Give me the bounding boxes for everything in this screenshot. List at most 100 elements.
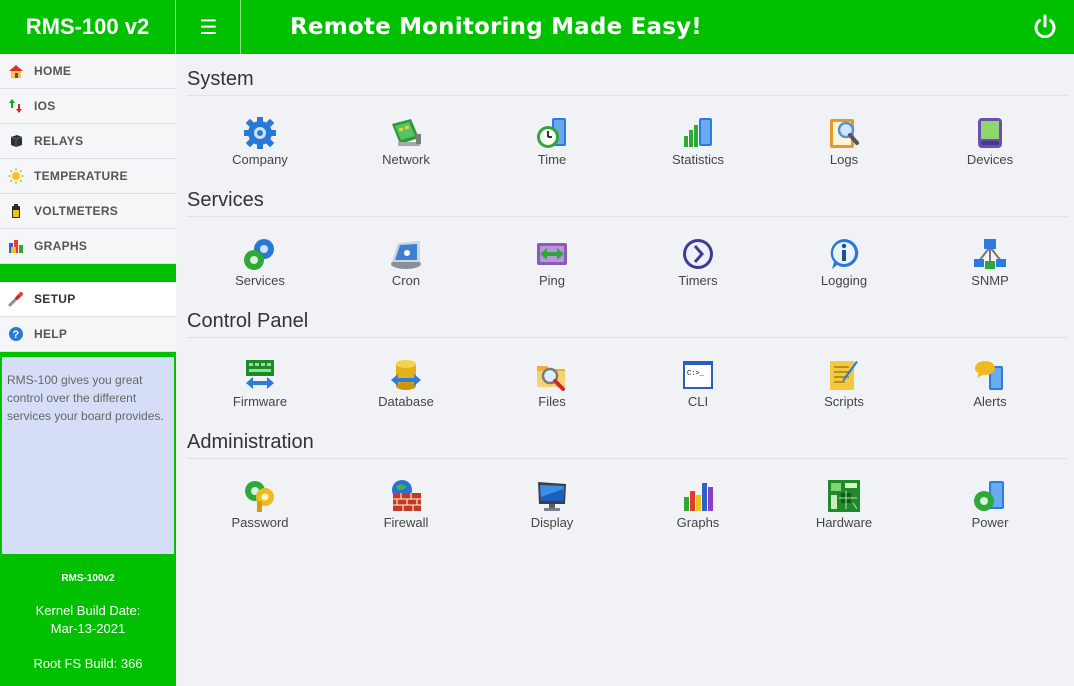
info-icon xyxy=(830,238,859,269)
section-title: System xyxy=(187,56,1067,96)
tile-timers[interactable]: Timers xyxy=(625,237,771,288)
tile-alerts[interactable]: Alerts xyxy=(917,358,1063,409)
sidebar-item-relays[interactable]: RELAYS xyxy=(0,124,176,159)
sidebar-footer: RMS-100v2 Kernel Build Date: Mar-13-2021… xyxy=(0,564,176,671)
key-icon xyxy=(245,481,274,512)
tile-label: Logging xyxy=(820,273,868,288)
sidebar-item-ios[interactable]: IOS xyxy=(0,89,176,124)
timer-icon xyxy=(683,239,713,269)
network-card-icon xyxy=(392,119,421,146)
svg-text:?: ? xyxy=(12,329,19,341)
tile-label: Files xyxy=(538,394,566,409)
tile-label: Time xyxy=(537,152,567,167)
sidebar-item-voltmeters[interactable]: VOLTMETERS xyxy=(0,194,176,229)
brand-title[interactable]: RMS-100 v2 xyxy=(0,0,176,54)
clock-icon xyxy=(537,118,566,148)
tile-password[interactable]: Password xyxy=(187,479,333,530)
tile-logging[interactable]: Logging xyxy=(771,237,917,288)
tile-label: Network xyxy=(382,152,430,167)
help-icon: ? xyxy=(9,327,23,341)
services-gear-icon xyxy=(244,239,274,270)
section-title: Control Panel xyxy=(187,298,1067,338)
sidebar-item-home[interactable]: HOME xyxy=(0,54,176,89)
script-icon xyxy=(830,361,858,390)
tile-label: Statistics xyxy=(671,152,724,167)
logs-icon xyxy=(830,119,859,148)
power-button[interactable] xyxy=(1030,12,1060,42)
tile-graphs[interactable]: Graphs xyxy=(625,479,771,530)
section-title: Administration xyxy=(187,419,1067,459)
sidebar-nav: HOME IOS RELAYS TEMPERATURE VOLTMETERS G… xyxy=(0,54,176,264)
sidebar-item-label: HELP xyxy=(34,327,68,341)
tile-label: Firmware xyxy=(232,394,288,409)
tile-scripts[interactable]: Scripts xyxy=(771,358,917,409)
database-icon xyxy=(391,360,421,390)
tile-label: Graphs xyxy=(676,515,720,530)
alert-icon xyxy=(975,361,1003,390)
tile-hardware[interactable]: Hardware xyxy=(771,479,917,530)
sidebar-info-text: RMS-100 gives you great control over the… xyxy=(7,373,164,423)
monitor-icon xyxy=(538,482,566,511)
sidebar-item-label: TEMPERATURE xyxy=(34,169,128,183)
tile-network[interactable]: Network xyxy=(333,116,479,167)
tile-grid: Services Cron Ping Timers Logging SNMP xyxy=(187,217,1067,288)
sidebar-item-label: SETUP xyxy=(34,292,76,306)
sidebar-item-temperature[interactable]: TEMPERATURE xyxy=(0,159,176,194)
tile-ping[interactable]: Ping xyxy=(479,237,625,288)
section-services: Services Services Cron Ping Timers Loggi… xyxy=(187,177,1067,298)
gear-icon xyxy=(244,117,276,149)
tile-time[interactable]: Time xyxy=(479,116,625,167)
tile-logs[interactable]: Logs xyxy=(771,116,917,167)
sidebar-item-graphs[interactable]: GRAPHS xyxy=(0,229,176,264)
tile-label: SNMP xyxy=(971,273,1009,288)
device-model: RMS-100v2 xyxy=(61,573,115,584)
tile-files[interactable]: Files xyxy=(479,358,625,409)
sidebar-item-label: GRAPHS xyxy=(34,239,88,253)
menu-toggle-button[interactable]: ☰ xyxy=(177,0,241,54)
home-icon xyxy=(9,65,23,78)
tile-display[interactable]: Display xyxy=(479,479,625,530)
tile-firmware[interactable]: Firmware xyxy=(187,358,333,409)
section-title: Services xyxy=(187,177,1067,217)
snmp-icon xyxy=(974,239,1006,269)
svg-text:C:>_: C:>_ xyxy=(687,370,705,378)
kernel-build: Kernel Build Date: Mar-13-2021 xyxy=(0,602,176,638)
tile-label: Password xyxy=(231,515,289,530)
folder-search-icon xyxy=(537,366,565,391)
tile-snmp[interactable]: SNMP xyxy=(917,237,1063,288)
power-server-icon xyxy=(974,481,1004,511)
tile-cli[interactable]: C:>_ CLI xyxy=(625,358,771,409)
tile-grid: Firmware Database Files C:>_ CLI Scripts… xyxy=(187,338,1067,409)
relay-icon xyxy=(10,135,23,147)
battery-icon xyxy=(12,204,20,218)
sidebar-nav-secondary: SETUP ? HELP xyxy=(0,282,176,352)
tile-services[interactable]: Services xyxy=(187,237,333,288)
sidebar-item-setup[interactable]: SETUP xyxy=(0,282,176,317)
tile-statistics[interactable]: Statistics xyxy=(625,116,771,167)
header-tagline: Remote Monitoring Made Easy! xyxy=(290,14,702,40)
circuit-board-icon xyxy=(828,480,860,512)
section-administration: Administration Password Firewall Display… xyxy=(187,419,1067,540)
rootfs-build: Root FS Build: 366 xyxy=(33,656,143,671)
kernel-build-date: Mar-13-2021 xyxy=(50,621,126,636)
tile-database[interactable]: Database xyxy=(333,358,479,409)
tile-label: Hardware xyxy=(815,515,873,530)
firewall-icon xyxy=(392,480,421,511)
tile-power[interactable]: Power xyxy=(917,479,1063,530)
tile-cron[interactable]: Cron xyxy=(333,237,479,288)
tile-company[interactable]: Company xyxy=(187,116,333,167)
tile-label: Firewall xyxy=(383,515,429,530)
tile-label: Timers xyxy=(678,273,718,288)
cron-icon xyxy=(391,241,421,269)
tile-label: Alerts xyxy=(973,394,1007,409)
device-icon xyxy=(978,118,1002,148)
sidebar-item-label: RELAYS xyxy=(34,134,84,148)
tile-firewall[interactable]: Firewall xyxy=(333,479,479,530)
kernel-build-label: Kernel Build Date: xyxy=(35,603,141,618)
power-icon xyxy=(1034,14,1056,39)
tile-devices[interactable]: Devices xyxy=(917,116,1063,167)
sidebar-item-help[interactable]: ? HELP xyxy=(0,317,176,352)
sidebar-item-label: IOS xyxy=(34,99,56,113)
sidebar: HOME IOS RELAYS TEMPERATURE VOLTMETERS G… xyxy=(0,54,176,686)
io-arrows-icon xyxy=(9,99,22,113)
